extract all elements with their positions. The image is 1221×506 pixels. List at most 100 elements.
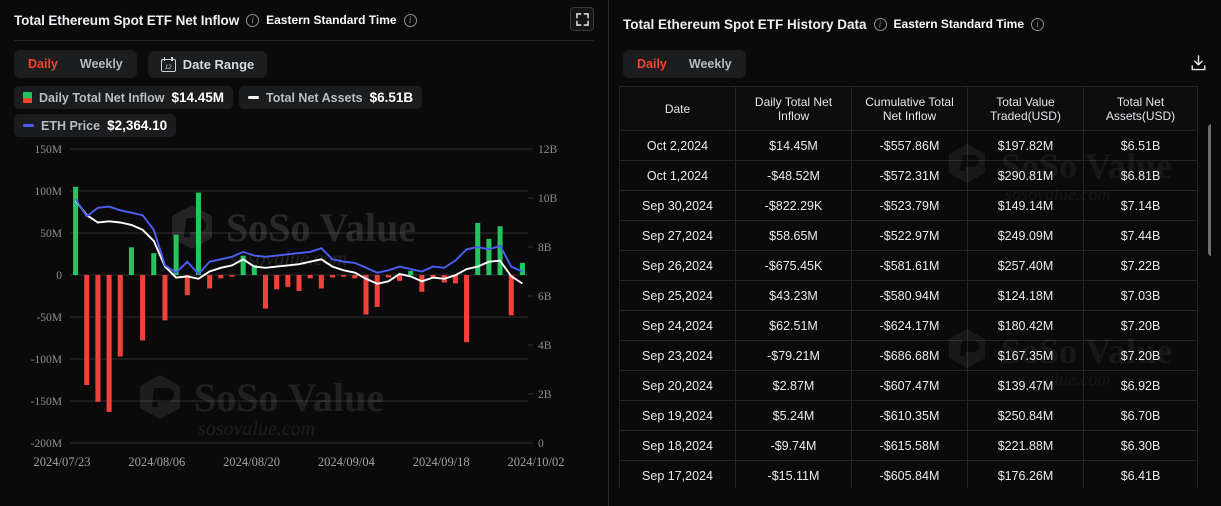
chart-bar: [207, 275, 213, 289]
calendar-icon: 12: [160, 56, 176, 72]
table-row[interactable]: Sep 19,2024 $5.24M -$610.35M $250.84M $6.70B: [619, 400, 1198, 431]
col-header-cumulative-total-net-inflow[interactable]: Cumulative Total Net Inflow: [851, 86, 968, 131]
chart-bar: [296, 275, 302, 291]
row-date: Oct 1,2024: [619, 160, 736, 191]
row-total-value-traded: $257.40M: [967, 250, 1084, 281]
chart-bar: [162, 275, 168, 321]
history-info-icon[interactable]: i: [873, 17, 887, 31]
table-row[interactable]: Sep 27,2024 $58.65M -$522.97M $249.09M $7.44…: [619, 220, 1198, 251]
chart-bar: [195, 192, 201, 275]
table-row[interactable]: Sep 24,2024 $62.51M -$624.17M $180.42M $7.20…: [619, 310, 1198, 341]
row-daily-net-inflow: -$9.74M: [735, 430, 852, 461]
col-header-total-net-assets[interactable]: Total Net Assets(USD): [1083, 86, 1198, 131]
svg-text:SoSo Value: SoSo Value: [194, 375, 384, 420]
line-swatch-icon-blue: [23, 123, 34, 128]
fullscreen-expand-icon[interactable]: [570, 7, 594, 31]
legend-item-total-net-assets[interactable]: Total Net Assets $6.51B: [239, 86, 423, 109]
legend-value: $14.45M: [171, 90, 225, 105]
row-total-value-traded: $249.09M: [967, 220, 1084, 251]
table-row[interactable]: Sep 23,2024 -$79.21M -$686.68M $167.35M $7.2…: [619, 340, 1198, 371]
row-total-net-assets: $6.51B: [1083, 130, 1198, 161]
chart-bar: [352, 275, 358, 279]
y-tick-label: 50M: [40, 228, 62, 240]
table-row[interactable]: Oct 2,2024 $14.45M -$557.86M $197.82M $6.51B: [619, 130, 1198, 161]
tab-daily[interactable]: Daily: [17, 53, 69, 75]
row-total-value-traded: $124.18M: [967, 280, 1084, 311]
x-tick-label: 2024/08/06: [128, 455, 185, 469]
row-total-value-traded: $139.47M: [967, 370, 1084, 401]
row-cumulative-net-inflow: -$523.79M: [851, 190, 968, 221]
row-date: Sep 20,2024: [619, 370, 736, 401]
history-tab-weekly[interactable]: Weekly: [678, 53, 743, 75]
row-daily-net-inflow: $14.45M: [735, 130, 852, 161]
table-row[interactable]: Oct 1,2024 -$48.52M -$572.31M $290.81M $6.81…: [619, 160, 1198, 191]
chart-bar: [385, 275, 391, 278]
legend-label: Daily Total Net Inflow: [39, 90, 165, 105]
table-row[interactable]: Sep 20,2024 $2.87M -$607.47M $139.47M $6.92B: [619, 370, 1198, 401]
chart-bar: [408, 270, 414, 275]
tab-weekly[interactable]: Weekly: [69, 53, 134, 75]
history-table: Date Daily Total Net Inflow Cumulative T…: [619, 86, 1198, 488]
row-daily-net-inflow: -$48.52M: [735, 160, 852, 191]
history-data-panel: Total Ethereum Spot ETF History Data i E…: [609, 0, 1221, 506]
download-glyph: [1191, 54, 1205, 70]
y-tick-label: -200M: [31, 438, 62, 450]
row-total-net-assets: $7.03B: [1083, 280, 1198, 311]
history-timezone-label: Eastern Standard Time: [893, 17, 1025, 31]
chart-bar: [218, 275, 224, 279]
history-table-container[interactable]: Date Daily Total Net Inflow Cumulative T…: [619, 80, 1211, 488]
date-range-label: Date Range: [182, 56, 255, 72]
y-tick-label: 150M: [35, 144, 62, 156]
col-header-daily-total-net-inflow[interactable]: Daily Total Net Inflow: [735, 86, 852, 131]
table-row[interactable]: Sep 26,2024 -$675.45K -$581.61M $257.40M $7.…: [619, 250, 1198, 281]
row-date: Oct 2,2024: [619, 130, 736, 161]
chart-bar: [486, 238, 492, 275]
chart-bar: [84, 275, 90, 386]
date-range-button[interactable]: 12 Date Range: [147, 50, 268, 78]
col-header-date[interactable]: Date: [619, 86, 736, 131]
net-inflow-chart[interactable]: 150M 100M 50M 0 -50M -100M -150M -200M 12B 10B 8B…: [10, 143, 598, 478]
row-daily-net-inflow: $2.87M: [735, 370, 852, 401]
y-tick-label: -50M: [36, 312, 62, 324]
table-row[interactable]: Sep 18,2024 -$9.74M -$615.58M $221.88M $6.30…: [619, 430, 1198, 461]
legend-value: $2,364.10: [107, 118, 168, 133]
col-header-total-value-traded[interactable]: Total Value Traded(USD): [967, 86, 1084, 131]
chart-interval-tabs: Daily Weekly: [14, 50, 137, 78]
chart-bar: [262, 275, 269, 309]
chart-bar: [128, 247, 134, 275]
chart-bar: [229, 275, 235, 277]
history-timezone-info-icon[interactable]: i: [1031, 17, 1045, 31]
row-cumulative-net-inflow: -$581.61M: [851, 250, 968, 281]
row-daily-net-inflow: -$79.21M: [735, 340, 852, 371]
chart-y2-axis-labels: 12B 10B 8B 6B 4B 2B 0: [538, 144, 558, 450]
info-icon[interactable]: i: [246, 13, 260, 27]
row-cumulative-net-inflow: -$686.68M: [851, 340, 968, 371]
chart-bar: [285, 275, 291, 287]
timezone-label: Eastern Standard Time: [266, 13, 397, 27]
row-daily-net-inflow: -$675.45K: [735, 250, 852, 281]
row-cumulative-net-inflow: -$557.86M: [851, 130, 968, 161]
table-scrollbar-thumb[interactable]: [1208, 124, 1211, 256]
table-row[interactable]: Sep 30,2024 -$822.29K -$523.79M $149.14M $7.…: [619, 190, 1198, 221]
chart-bar: [519, 262, 525, 275]
chart-bar: [173, 234, 179, 275]
table-body: Oct 2,2024 $14.45M -$557.86M $197.82M $6.51B…: [619, 130, 1198, 488]
legend-label: Total Net Assets: [266, 90, 363, 105]
history-controls: Daily Weekly: [619, 48, 1211, 80]
svg-text:sosovalue.com: sosovalue.com: [230, 248, 347, 270]
y2-tick-label: 2B: [538, 389, 552, 401]
row-total-value-traded: $176.26M: [967, 460, 1084, 488]
chart-controls: Daily Weekly 12 Date Range: [10, 41, 598, 78]
chart-bar: [151, 253, 157, 275]
table-row[interactable]: Sep 25,2024 $43.23M -$580.94M $124.18M $7.03…: [619, 280, 1198, 311]
chart-y-axis-labels: 150M 100M 50M 0 -50M -100M -150M -200M: [31, 144, 63, 450]
row-total-net-assets: $7.20B: [1083, 310, 1198, 341]
row-total-net-assets: $6.92B: [1083, 370, 1198, 401]
legend-item-eth-price[interactable]: ETH Price $2,364.10: [14, 114, 177, 137]
table-row[interactable]: Sep 17,2024 -$15.11M -$605.84M $176.26M $6.4…: [619, 460, 1198, 488]
timezone-info-icon[interactable]: i: [403, 13, 417, 27]
download-icon[interactable]: [1185, 50, 1211, 76]
history-tab-daily[interactable]: Daily: [626, 53, 678, 75]
row-date: Sep 27,2024: [619, 220, 736, 251]
legend-item-daily-net-inflow[interactable]: Daily Total Net Inflow $14.45M: [14, 86, 234, 109]
